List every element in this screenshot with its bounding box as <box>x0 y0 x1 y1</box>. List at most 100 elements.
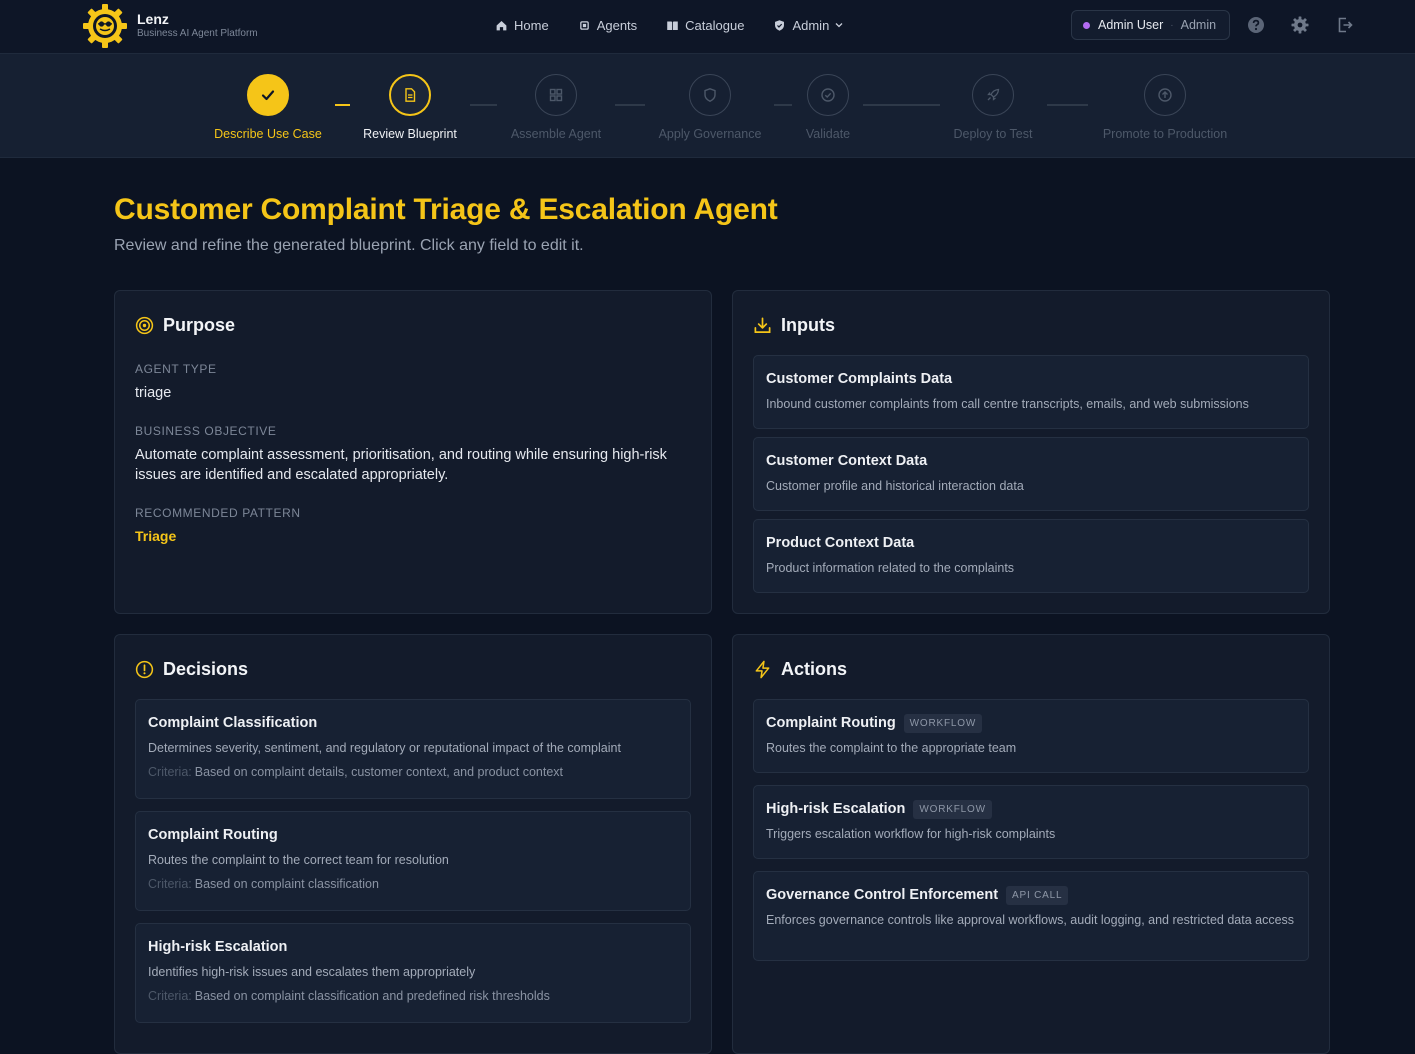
step-review-blueprint[interactable]: Review Blueprint <box>355 74 465 141</box>
action-item[interactable]: Governance Control Enforcement API CALL E… <box>753 871 1309 961</box>
input-item[interactable]: Product Context Data Product information… <box>753 519 1309 593</box>
nav-home[interactable]: Home <box>495 18 549 33</box>
nav-agents-label: Agents <box>596 17 638 33</box>
page-title[interactable]: Customer Complaint Triage & Escalation A… <box>114 193 778 227</box>
rocket-icon <box>987 88 1000 101</box>
step-connector-4 <box>774 104 792 106</box>
main-nav: Home Agents Catalogue Admin <box>495 0 873 50</box>
inputs-card: Inputs Customer Complaints Data Inbound … <box>732 290 1330 614</box>
step-label: Deploy to Test <box>953 127 1033 141</box>
step-validate[interactable]: Validate <box>797 74 859 141</box>
download-icon <box>754 317 771 334</box>
settings-gear-icon[interactable] <box>1291 16 1309 34</box>
recommended-pattern-label: RECOMMENDED PATTERN <box>135 506 301 520</box>
step-label: Validate <box>805 127 851 141</box>
wizard-stepper: Describe Use Case Review Blueprint Assem… <box>0 54 1415 158</box>
user-menu[interactable]: Admin User · Admin <box>1071 10 1230 40</box>
step-circle <box>535 74 577 116</box>
action-type-badge: WORKFLOW <box>903 713 983 733</box>
criteria-text: Based on complaint classification and pr… <box>194 989 550 1003</box>
input-item-title: Customer Context Data <box>766 453 928 469</box>
action-item-desc: Enforces governance controls like approv… <box>766 913 1295 927</box>
action-item[interactable]: High-risk Escalation WORKFLOW Triggers es… <box>753 785 1309 859</box>
shield-icon <box>704 88 716 102</box>
grid-icon <box>549 88 563 102</box>
decision-item-criteria: Criteria: Based on complaint classificati… <box>148 989 678 1003</box>
book-open-icon <box>667 20 678 30</box>
step-assemble-agent[interactable]: Assemble Agent <box>500 74 612 141</box>
user-name: Admin User <box>1098 18 1164 32</box>
chip-icon <box>579 20 589 30</box>
agent-type-value[interactable]: triage <box>135 383 171 403</box>
action-type-badge: WORKFLOW <box>913 799 992 819</box>
arrow-up-circle-icon <box>1158 88 1172 102</box>
recommended-pattern-value[interactable]: Triage <box>135 526 176 546</box>
nav-agents[interactable]: Agents <box>578 18 637 33</box>
action-item[interactable]: Complaint Routing WORKFLOW Routes the com… <box>753 699 1309 773</box>
step-deploy-to-test[interactable]: Deploy to Test <box>943 74 1043 141</box>
action-type-badge: API CALL <box>1006 885 1069 905</box>
step-label: Assemble Agent <box>510 127 602 141</box>
nav-admin-dropdown[interactable]: Admin <box>773 18 844 33</box>
step-connector-6 <box>1047 104 1088 106</box>
shield-check-icon <box>775 19 785 31</box>
criteria-text: Based on complaint classification <box>194 877 379 891</box>
step-promote-to-production[interactable]: Promote to Production <box>1094 74 1236 141</box>
brand[interactable]: Lenz Business AI Agent Platform <box>82 3 258 49</box>
decisions-card: Decisions Complaint Classification Deter… <box>114 634 712 1054</box>
action-item-title: Governance Control Enforcement API CALL <box>766 885 1296 905</box>
step-label: Describe Use Case <box>214 127 322 141</box>
document-icon <box>405 88 416 102</box>
business-objective-value[interactable]: Automate complaint assessment, prioritis… <box>135 445 690 485</box>
step-circle <box>807 74 849 116</box>
decision-item-title: Complaint Classification <box>148 715 318 731</box>
nav-home-label: Home <box>514 17 549 33</box>
decision-item[interactable]: High-risk Escalation Identifies high-ris… <box>135 923 691 1023</box>
agent-type-label: AGENT TYPE <box>135 362 217 376</box>
actions-card: Actions Complaint Routing WORKFLOW Routes… <box>732 634 1330 1054</box>
decision-item-title: High-risk Escalation <box>148 939 288 955</box>
inputs-card-title: Inputs <box>781 315 835 335</box>
decision-item-desc: Routes the complaint to the correct team… <box>148 853 449 867</box>
logout-icon[interactable] <box>1336 16 1354 34</box>
step-circle <box>247 74 289 116</box>
top-navbar: Lenz Business AI Agent Platform Home Age… <box>0 0 1415 54</box>
criteria-label: Criteria: <box>148 765 192 779</box>
step-describe-use-case[interactable]: Describe Use Case <box>210 74 326 141</box>
step-apply-governance[interactable]: Apply Governance <box>650 74 770 141</box>
input-item-desc: Customer profile and historical interact… <box>766 479 1024 493</box>
decision-item-desc: Determines severity, sentiment, and regu… <box>148 741 621 755</box>
decision-item[interactable]: Complaint Routing Routes the complaint t… <box>135 811 691 911</box>
step-circle <box>1144 74 1186 116</box>
decision-item-criteria: Criteria: Based on complaint details, cus… <box>148 765 678 779</box>
decision-item-title: Complaint Routing <box>148 827 278 843</box>
decisions-card-title: Decisions <box>163 659 249 679</box>
decision-item[interactable]: Complaint Classification Determines seve… <box>135 699 691 799</box>
input-item-desc: Inbound customer complaints from call ce… <box>766 397 1249 411</box>
input-item-desc: Product information related to the compl… <box>766 561 1015 575</box>
lenz-gear-logo-icon <box>83 4 127 48</box>
input-item[interactable]: Customer Complaints Data Inbound custome… <box>753 355 1309 429</box>
input-item-title: Customer Complaints Data <box>766 371 953 387</box>
target-icon <box>135 316 154 335</box>
action-item-desc: Routes the complaint to the appropriate … <box>766 741 1017 755</box>
action-item-desc: Triggers escalation workflow for high-ri… <box>766 827 1056 841</box>
check-icon <box>261 90 275 101</box>
lightning-bolt-icon <box>755 660 770 679</box>
input-item[interactable]: Customer Context Data Customer profile a… <box>753 437 1309 511</box>
criteria-label: Criteria: <box>148 989 192 1003</box>
purpose-card-title: Purpose <box>163 315 236 335</box>
home-icon <box>496 20 507 30</box>
brand-name: Lenz <box>137 11 169 27</box>
step-circle <box>972 74 1014 116</box>
action-item-name: High-risk Escalation <box>766 801 906 817</box>
nav-catalogue[interactable]: Catalogue <box>666 18 744 33</box>
user-separator: · <box>1170 19 1174 31</box>
help-icon[interactable] <box>1247 16 1265 34</box>
decision-item-desc: Identifies high-risk issues and escalate… <box>148 965 476 979</box>
user-role: Admin <box>1180 18 1217 32</box>
actions-card-title: Actions <box>781 659 848 679</box>
step-label: Apply Governance <box>658 127 762 141</box>
step-connector-1 <box>335 104 350 106</box>
user-status-dot <box>1083 21 1090 29</box>
